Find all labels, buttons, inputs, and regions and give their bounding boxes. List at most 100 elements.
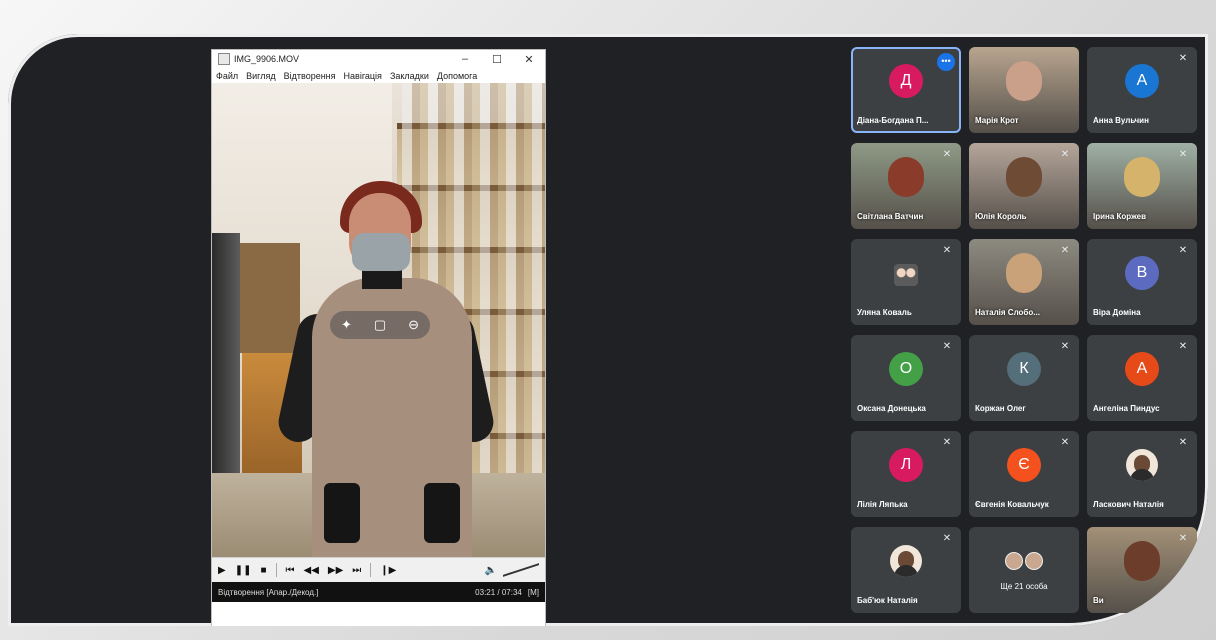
menu-navigation[interactable]: Навігація <box>344 71 382 81</box>
participant-name: Євгенія Ковальчук <box>975 500 1049 509</box>
rewind-icon[interactable]: ◀◀ <box>304 565 319 576</box>
participant-name: Баб'юк Наталія <box>857 596 918 605</box>
time-badge: [M] <box>527 587 539 597</box>
player-menubar: Файл Вигляд Відтворення Навігація Заклад… <box>212 68 545 83</box>
participant-tile[interactable]: Марія Крот <box>969 47 1079 133</box>
video-frame[interactable]: ✦ ▢ ⊖ <box>212 83 545 557</box>
participant-tile[interactable]: ✕ Уляна Коваль <box>851 239 961 325</box>
mic-off-icon: ✕ <box>1178 53 1188 64</box>
next-icon[interactable]: ⏭ <box>352 565 361 576</box>
media-player-window[interactable]: IMG_9906.MOV – ☐ ✕ Файл Вигляд Відтворен… <box>211 49 546 626</box>
participant-tile[interactable]: К ✕ Коржан Олег <box>969 335 1079 421</box>
frame-step-icon[interactable]: ❙▶ <box>380 565 396 576</box>
participant-tile[interactable]: А ✕ Ангеліна Пиндус <box>1087 335 1197 421</box>
participant-avatar-photo <box>894 264 918 286</box>
participant-tile[interactable]: ✕ Наталія Слобо... <box>969 239 1079 325</box>
participant-video <box>1006 61 1042 102</box>
mic-off-icon: ✕ <box>1060 245 1070 256</box>
video-person-neck <box>362 269 402 289</box>
player-app-icon <box>218 53 230 65</box>
participant-tile[interactable]: ✕ Ірина Коржев <box>1087 143 1197 229</box>
volume-slider[interactable] <box>503 563 539 577</box>
mic-off-icon: ✕ <box>1060 149 1070 160</box>
participant-name: Ще 21 особа <box>1000 582 1048 591</box>
participant-tile[interactable]: ✕ Світлана Ватчин <box>851 143 961 229</box>
play-icon[interactable]: ▶ <box>218 565 226 576</box>
mic-off-icon: ✕ <box>1178 341 1188 352</box>
participant-name: Світлана Ватчин <box>857 212 924 221</box>
participant-tile[interactable]: Є ✕ Євгенія Ковальчук <box>969 431 1079 517</box>
minimize-button[interactable]: – <box>449 53 481 65</box>
participant-avatar: К <box>1007 352 1041 386</box>
participant-video <box>1124 157 1160 198</box>
mic-off-icon: ✕ <box>1178 533 1188 544</box>
participant-name: Ангеліна Пиндус <box>1093 404 1160 413</box>
participant-avatar: Д <box>889 64 923 98</box>
mic-off-icon: ✕ <box>942 245 952 256</box>
participant-tile[interactable]: Д ••• Діана-Богдана П... <box>851 47 961 133</box>
participant-name: Коржан Олег <box>975 404 1026 413</box>
menu-playback[interactable]: Відтворення <box>284 71 336 81</box>
participant-name: Марія Крот <box>975 116 1019 125</box>
tile-hover-overlay[interactable]: ✦ ▢ ⊖ <box>330 311 430 339</box>
mic-off-icon: ✕ <box>942 149 952 160</box>
menu-help[interactable]: Допомога <box>437 71 477 81</box>
mic-off-icon: ✕ <box>942 437 952 448</box>
participant-name: Ви <box>1093 596 1104 605</box>
video-person-mask <box>352 233 410 271</box>
playback-status: Відтворення [Апар./Декод.] <box>218 587 319 597</box>
player-controls: ▶ ❚❚ ■ ⏮ ◀◀ ▶▶ ⏭ ❙▶ 🔈 <box>212 557 545 582</box>
participant-tile[interactable]: В ✕ Віра Доміна <box>1087 239 1197 325</box>
participant-avatar: В <box>1125 256 1159 290</box>
participant-video <box>1006 157 1042 198</box>
controls-divider-2 <box>370 563 372 577</box>
stop-icon[interactable]: ■ <box>260 565 266 576</box>
mic-off-icon: ✕ <box>942 341 952 352</box>
mic-off-icon: ✕ <box>1060 341 1070 352</box>
participant-name: Ірина Коржев <box>1093 212 1147 221</box>
participant-name: Наталія Слобо... <box>975 308 1040 317</box>
previous-icon[interactable]: ⏮ <box>286 565 295 576</box>
participant-name: Юлія Король <box>975 212 1027 221</box>
menu-view[interactable]: Вигляд <box>246 71 276 81</box>
participant-name: Ласкович Наталія <box>1093 500 1164 509</box>
maximize-button[interactable]: ☐ <box>481 53 513 66</box>
participant-name: Оксана Донецька <box>857 404 926 413</box>
pause-icon[interactable]: ❚❚ <box>235 565 252 576</box>
participant-video <box>1124 541 1160 582</box>
video-cabinet <box>240 243 300 353</box>
close-button[interactable]: ✕ <box>513 53 545 66</box>
mic-off-icon: ✕ <box>1178 149 1188 160</box>
participant-name: Уляна Коваль <box>857 308 912 317</box>
participant-avatar-photo <box>890 545 922 577</box>
participant-tile[interactable]: А ✕ Анна Вульчин <box>1087 47 1197 133</box>
playback-time: 03:21 / 07:34 <box>475 587 522 597</box>
pin-icon[interactable]: ✦ <box>341 317 352 333</box>
remove-icon[interactable]: ⊖ <box>408 317 419 333</box>
volume-control[interactable]: 🔈 <box>485 563 539 577</box>
participant-avatar: А <box>1125 352 1159 386</box>
volume-icon[interactable]: 🔈 <box>485 565 497 576</box>
participant-name: Віра Доміна <box>1093 308 1141 317</box>
meet-screen: IMG_9906.MOV – ☐ ✕ Файл Вигляд Відтворен… <box>8 34 1208 626</box>
participant-tile[interactable]: ✕ Баб'юк Наталія <box>851 527 961 613</box>
photo-frame: IMG_9906.MOV – ☐ ✕ Файл Вигляд Відтворен… <box>0 0 1216 640</box>
participant-tile[interactable]: ✕ Юлія Король <box>969 143 1079 229</box>
participant-avatar: Є <box>1007 448 1041 482</box>
participant-avatar: А <box>1125 64 1159 98</box>
participant-avatar: Л <box>889 448 923 482</box>
participant-avatar: О <box>889 352 923 386</box>
fullscreen-icon[interactable]: ▢ <box>374 317 386 333</box>
forward-icon[interactable]: ▶▶ <box>328 565 343 576</box>
participant-tile[interactable]: О ✕ Оксана Донецька <box>851 335 961 421</box>
participant-tile[interactable]: Ще 21 особа <box>969 527 1079 613</box>
participant-tile[interactable]: ✕ Ви <box>1087 527 1197 613</box>
menu-bookmarks[interactable]: Закладки <box>390 71 429 81</box>
participant-name: Лілія Ляпька <box>857 500 908 509</box>
more-options-icon[interactable]: ••• <box>937 53 955 71</box>
menu-file[interactable]: Файл <box>216 71 238 81</box>
participant-tile[interactable]: ✕ Ласкович Наталія <box>1087 431 1197 517</box>
participant-tile[interactable]: Л ✕ Лілія Ляпька <box>851 431 961 517</box>
player-title: IMG_9906.MOV <box>234 54 300 64</box>
participant-avatar-photo <box>1126 449 1158 481</box>
